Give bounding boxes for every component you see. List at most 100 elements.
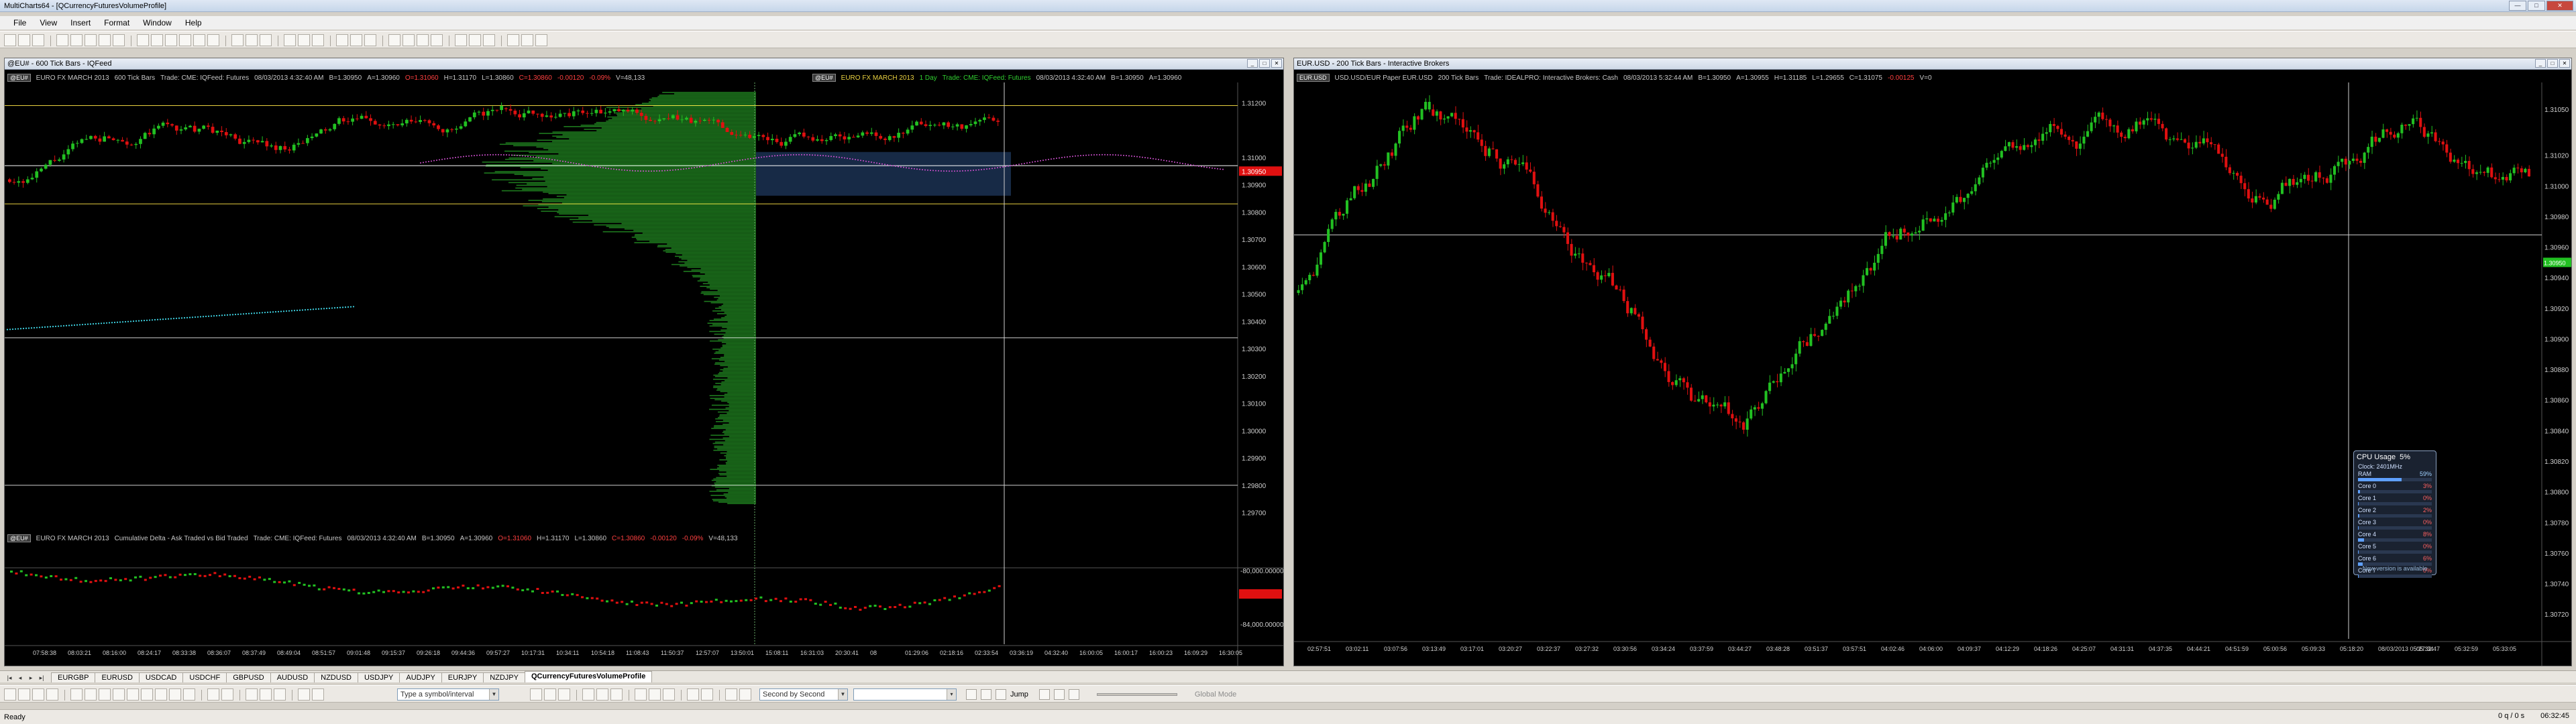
tab-last-arrow-icon[interactable]: ▸| [36,673,47,682]
replay-speed-slider[interactable] [1096,693,1177,696]
tab-first-arrow-icon[interactable]: |◂ [4,673,15,682]
tab-nzdjpy[interactable]: NZDJPY [483,672,525,682]
candles-icon[interactable] [649,688,661,701]
global-mode-toggle[interactable]: Global Mode [1195,690,1236,699]
menu-help[interactable]: Help [178,18,209,27]
menu-window[interactable]: Window [136,18,178,27]
crosshair-icon[interactable] [85,34,97,46]
settings-icon[interactable] [298,688,310,701]
format-symbol-icon[interactable] [544,688,556,701]
replay-play-icon[interactable] [981,689,991,700]
right-chart-symbol-tag[interactable]: EUR.USD [1297,74,1330,82]
candle-style-icon[interactable] [298,34,310,46]
hline-icon[interactable] [32,688,44,701]
sync-icon[interactable] [521,34,533,46]
left-price-plot[interactable]: 1.312001.310001.309001.308001.307001.306… [5,82,1283,587]
open-icon[interactable] [18,34,30,46]
menu-format[interactable]: Format [97,18,136,27]
down-arrow-icon[interactable] [221,688,233,701]
magnet-icon[interactable] [274,688,286,701]
bar-style-icon[interactable] [284,34,296,46]
scroll-right-icon[interactable] [350,34,362,46]
style-icon[interactable] [596,688,608,701]
arc-icon[interactable] [183,688,195,701]
save-icon[interactable] [32,34,44,46]
color-icon[interactable] [582,688,594,701]
jump-button[interactable]: Jump [1010,690,1028,699]
channel-draw-icon[interactable] [85,688,97,701]
right-chart-close-button[interactable]: ✕ [2559,59,2570,68]
alert-icon[interactable] [431,34,443,46]
hlc-icon[interactable] [663,688,675,701]
line-style-icon[interactable] [312,34,324,46]
maximize-button[interactable]: □ [2528,1,2545,11]
right-price-plot[interactable]: 1.310501.310201.310001.309801.309601.309… [1294,82,2571,666]
gann-icon[interactable] [113,688,125,701]
replay-pause-icon[interactable] [996,689,1006,700]
replay-step-back-icon[interactable] [1038,689,1050,700]
text-tool-icon[interactable] [127,688,139,701]
tab-usdchf[interactable]: USDCHF [182,672,227,682]
dropdown2-icon[interactable] [701,688,713,701]
zoom-fit-icon[interactable] [364,34,376,46]
tab-eurusd[interactable]: EURUSD [95,672,140,682]
left-chart-window[interactable]: @EU# - 600 Tick Bars - IQFeed _ □ ✕ @EU#… [4,58,1284,666]
zoom-out-icon[interactable] [113,34,125,46]
ellipse-icon[interactable] [155,688,167,701]
menu-view[interactable]: View [33,18,64,27]
drawing-icon[interactable] [417,34,429,46]
tab-prev-arrow-icon[interactable]: ◂ [15,673,25,682]
replay-icon[interactable] [507,34,519,46]
snapshot-icon[interactable] [725,688,737,701]
tab-gbpusd[interactable]: GBPUSD [226,672,271,682]
replay-end-icon[interactable] [1068,689,1079,700]
left-delta-symbol-tag[interactable]: @EU# [7,534,31,542]
width-icon[interactable] [610,688,623,701]
replay-step-forward-icon[interactable] [1053,689,1065,700]
scanner-icon[interactable] [260,34,272,46]
left-delta-plot[interactable]: -80,000.00000-84,000.0000007:58:38 08:03:… [5,544,1283,666]
cursor-icon[interactable] [70,34,83,46]
vline-icon[interactable] [46,688,58,701]
chevron-down-icon[interactable]: ▼ [489,689,498,700]
cascade-icon[interactable] [469,34,481,46]
ray-icon[interactable] [18,688,30,701]
line-tool-icon[interactable] [137,34,149,46]
calendar-icon[interactable]: ▾ [947,689,956,700]
dom-icon[interactable] [246,34,258,46]
grid-icon[interactable] [455,34,467,46]
new-workspace-icon[interactable] [4,34,16,46]
dropdown-icon[interactable] [687,688,699,701]
scroll-left-icon[interactable] [336,34,348,46]
chart-icon[interactable] [56,34,68,46]
fib-icon[interactable] [179,34,191,46]
right-chart-minimize-button[interactable]: _ [2535,59,2546,68]
tile-icon[interactable] [483,34,495,46]
insert-study-icon[interactable] [558,688,570,701]
left-chart-close-button[interactable]: ✕ [1271,59,1282,68]
text-icon[interactable] [193,34,205,46]
zoom-in-icon[interactable] [99,34,111,46]
replay-datetime-input[interactable]: ▾ [853,688,957,701]
left-chart-minimize-button[interactable]: _ [1247,59,1258,68]
tab-usdjpy[interactable]: USDJPY [357,672,400,682]
print-icon[interactable] [739,688,751,701]
symbol-interval-input[interactable]: Type a symbol/interval ▼ [397,688,499,701]
tab-next-arrow-icon[interactable]: ▸ [25,673,36,682]
menu-insert[interactable]: Insert [64,18,97,27]
tab-usdcad[interactable]: USDCAD [138,672,184,682]
chevron-down-icon[interactable]: ▼ [838,689,847,700]
channel-icon[interactable] [165,34,177,46]
replay-rewind-icon[interactable] [966,689,977,700]
format-icon[interactable] [312,688,324,701]
right-chart-maximize-button[interactable]: □ [2547,59,2558,68]
tab-audusd[interactable]: AUDUSD [270,672,315,682]
left-chart-symbol-tag[interactable]: @EU# [7,74,31,82]
triangle-icon[interactable] [169,688,181,701]
order-entry-icon[interactable] [231,34,244,46]
tab-qcurrencyfuturesvolumeprofile[interactable]: QCurrencyFuturesVolumeProfile [524,671,653,682]
tab-nzdusd[interactable]: NZDUSD [314,672,358,682]
fib-draw-icon[interactable] [99,688,111,701]
cpu-usage-gadget[interactable]: CPU Usage 5% Clock: 2401MHz RAM 59% Core 0… [2353,450,2436,578]
eraser-icon[interactable] [246,688,258,701]
